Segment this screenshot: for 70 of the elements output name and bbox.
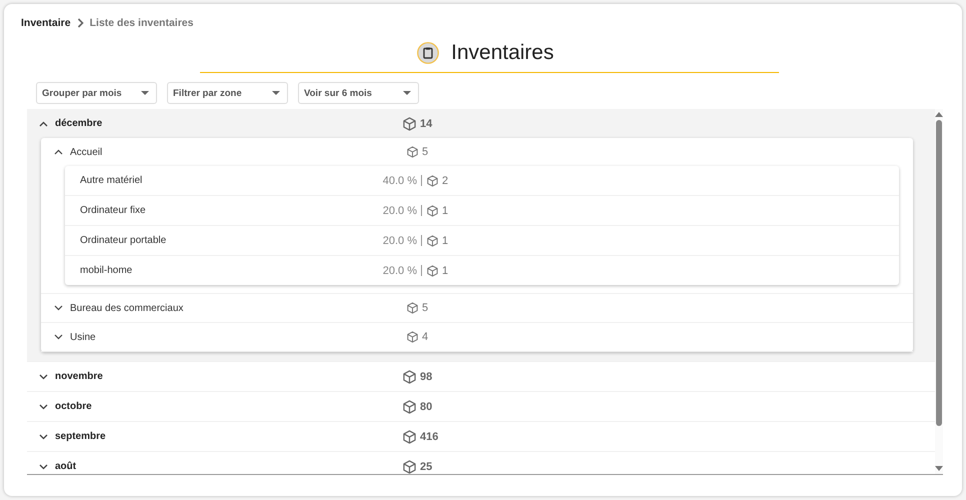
cube-icon (407, 302, 418, 314)
month-name: août (55, 461, 78, 472)
cube-icon (403, 460, 416, 474)
cube-icon (403, 400, 416, 414)
zone-name: Usine (70, 332, 97, 342)
item-count: 5 (422, 146, 428, 158)
cube-icon (407, 331, 418, 343)
chevron-down-icon (39, 434, 48, 440)
chevron-up-icon (39, 120, 48, 126)
chevron-down-icon (39, 404, 48, 410)
zone-name: Bureau des commerciaux (70, 302, 184, 314)
item-count: 2 (442, 174, 448, 186)
item-count: 14 (420, 118, 432, 130)
month-name: septembre (55, 431, 107, 442)
cube-icon (427, 264, 438, 276)
share-percent: 20.0 % (382, 204, 417, 216)
month-row[interactable]: août 25 (27, 452, 935, 474)
item-count: 1 (442, 204, 448, 216)
cube-icon (403, 116, 416, 130)
month-name: décembre (55, 118, 104, 129)
scroll-up-icon[interactable] (935, 112, 943, 117)
item-count: 1 (442, 264, 448, 276)
zone-row[interactable]: Accueil 5 (41, 138, 913, 166)
item-count: 4 (422, 331, 428, 343)
chevron-up-icon (54, 149, 63, 155)
share-percent: 20.0 % (382, 264, 417, 276)
month-name: octobre (55, 401, 93, 412)
item-count: 416 (420, 430, 438, 442)
cube-icon (427, 234, 438, 246)
page-title: Inventaires (451, 41, 554, 65)
share-percent: 20.0 % (382, 234, 417, 246)
scrollbar[interactable] (935, 109, 943, 474)
chevron-down-icon (54, 334, 63, 340)
cube-icon (407, 146, 418, 158)
breadcrumb-link[interactable]: Liste des inventaires (90, 17, 194, 29)
category-name: Ordinateur portable (80, 235, 168, 246)
caret-icon (272, 91, 280, 95)
filter-dropdown[interactable]: Filtrer par zone (167, 82, 288, 104)
chevron-right-icon (76, 18, 84, 28)
month-row[interactable]: octobre 80 (27, 392, 935, 421)
cube-icon (403, 370, 416, 384)
category-name: mobil-home (80, 265, 134, 276)
item-count: 1 (442, 234, 448, 246)
zone-row[interactable]: Usine 4 (41, 323, 913, 351)
filter-dropdown[interactable]: Grouper par mois (36, 82, 157, 104)
cube-icon (427, 204, 438, 216)
zone-name: Accueil (70, 146, 104, 158)
item-count: 5 (422, 302, 428, 314)
month-row[interactable]: septembre 416 (27, 422, 935, 451)
category-name: Ordinateur fixe (80, 205, 147, 216)
chevron-down-icon (39, 464, 48, 470)
category-name: Autre matériel (80, 175, 144, 186)
month-row[interactable]: novembre 98 (27, 362, 935, 391)
cube-icon (403, 430, 416, 444)
month-name: novembre (55, 371, 104, 382)
share-percent: 40.0 % (382, 174, 417, 186)
month-row[interactable]: décembre 14 (27, 109, 935, 138)
item-count: 98 (420, 370, 432, 382)
item-count: 25 (420, 460, 432, 472)
chevron-down-icon (39, 374, 48, 380)
caret-icon (403, 91, 411, 95)
breadcrumb-link[interactable]: Inventaire (21, 17, 71, 29)
zone-row[interactable]: Bureau des commerciaux 5 (41, 294, 913, 322)
clipboard-icon (417, 42, 440, 64)
cube-icon (427, 174, 438, 186)
chevron-down-icon (54, 305, 63, 311)
item-count: 80 (420, 400, 432, 412)
scroll-down-icon[interactable] (935, 466, 943, 471)
filter-dropdown[interactable]: Voir sur 6 mois (298, 82, 419, 104)
caret-icon (141, 91, 149, 95)
